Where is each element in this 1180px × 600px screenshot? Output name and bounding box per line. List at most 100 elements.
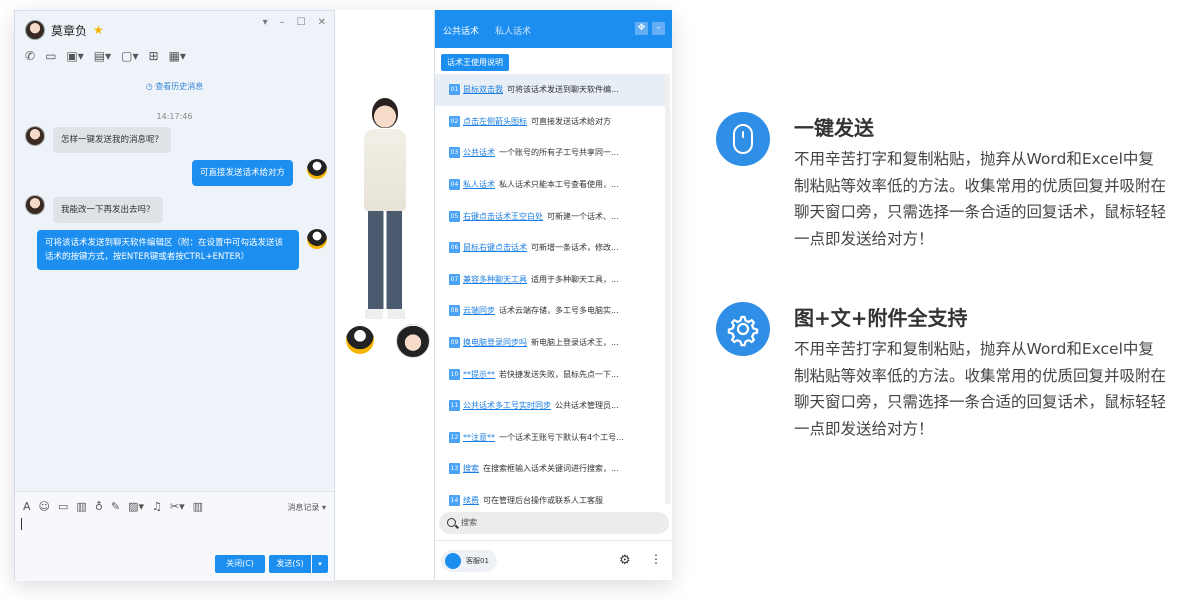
script-panel: 公共话术 私人话术 ✥ – 话术王使用说明 01 鼠标双击我 可将该话术发送到聊天软… [434, 10, 672, 580]
mouse-icon [716, 112, 770, 166]
tab-public[interactable]: 公共话术 [443, 24, 479, 37]
close-button[interactable]: 关闭(C) [215, 555, 265, 573]
item-keyword-link[interactable]: 公共话术多工号实时同步 [463, 400, 551, 411]
add-app-icon[interactable]: ⊞ [149, 49, 159, 63]
item-keyword-link[interactable]: **提示** [463, 369, 495, 380]
text-cursor[interactable] [21, 518, 22, 530]
remote-icon[interactable]: ▢▾ [121, 49, 138, 63]
move-icon[interactable]: ✥ [635, 22, 648, 35]
input-area: A ☺ ▭ ▥ ♁ ✎ ▨▾ ♫ ✂▾ ▥ 消息记录 ▾ 关闭(C) 发送(S)… [15, 491, 334, 581]
item-number: 14 [449, 495, 460, 507]
item-keyword-link[interactable]: 兼容多种聊天工具 [463, 274, 527, 285]
item-keyword-link[interactable]: 私人话术 [463, 179, 495, 190]
settings-gear-icon[interactable]: ⚙ [619, 553, 631, 568]
script-item[interactable]: 03 公共话术 一个账号的所有子工号共享同一... [435, 137, 665, 169]
script-item[interactable]: 04 私人话术 私人话术只能本工号查看使用，... [435, 169, 665, 201]
trash-icon[interactable]: ▥ [193, 500, 203, 513]
script-item[interactable]: 11 公共话术多工号实时同步 公共话术管理员... [435, 390, 665, 422]
video-icon[interactable]: ▭ [45, 49, 56, 63]
phone-icon[interactable]: ✆ [25, 49, 35, 63]
panel-tabs: 公共话术 私人话术 ✥ – [435, 10, 672, 48]
chat-header: 莫章负 ★ ▾ – ☐ ✕ ✆ ▭ ▣▾ ▤▾ ▢▾ ⊞ ▦▾ [15, 11, 334, 69]
item-number: 12 [449, 431, 460, 443]
item-number: 07 [449, 273, 460, 285]
script-item[interactable]: 02 点击左侧箭头图标 可直接发送话术给对方 [435, 106, 665, 138]
script-item[interactable]: 13 搜索 在搜索框输入话术关键词进行搜索，... [435, 453, 665, 485]
feature-description: 不用辛苦打字和复制粘贴，抛弃从Word和Excel中复制粘贴等效率低的方法。收集… [794, 340, 1167, 438]
send-options-button[interactable]: ▾ [312, 555, 328, 573]
item-keyword-link[interactable]: 点击左侧箭头图标 [463, 116, 527, 127]
input-toolbar: A ☺ ▭ ▥ ♁ ✎ ▨▾ ♫ ✂▾ ▥ [23, 500, 203, 513]
emoji-icon[interactable]: ☺ [39, 500, 50, 513]
item-number: 10 [449, 368, 460, 380]
file-icon[interactable]: ▤▾ [94, 49, 111, 63]
item-description: 公共话术管理员... [555, 401, 619, 411]
item-keyword-link[interactable]: 公共话术 [463, 147, 495, 158]
script-item[interactable]: 01 鼠标双击我 可将该话术发送到聊天软件编... [435, 74, 665, 106]
message-record-link[interactable]: 消息记录 ▾ [287, 502, 326, 513]
message-bubble: 我能改一下再发出去吗？ [53, 197, 163, 223]
scrollbar[interactable] [665, 74, 670, 504]
item-keyword-link[interactable]: 续费 [463, 495, 479, 506]
item-number: 03 [449, 147, 460, 159]
send-button[interactable]: 发送(S) [269, 555, 311, 573]
feature-description: 不用辛苦打字和复制粘贴，抛弃从Word和Excel中复制粘贴等效率低的方法。收集… [794, 150, 1167, 248]
collapse-icon[interactable]: – [652, 22, 665, 35]
search-placeholder: 搜索 [461, 518, 477, 527]
history-link[interactable]: ◷ 查看历史消息 [15, 81, 334, 92]
script-item[interactable]: 06 鼠标右键点击话术 可新增一条话术，修改... [435, 232, 665, 264]
self-avatar [307, 229, 327, 249]
agent-badge[interactable]: 客服01 [441, 550, 497, 572]
contact-avatar[interactable] [25, 20, 45, 40]
script-item[interactable]: 12 **注意** 一个话术王账号下默认有4个工号... [435, 422, 665, 454]
item-description: 新电脑上登录话术王，... [531, 338, 619, 348]
item-keyword-link[interactable]: 搜索 [463, 463, 479, 474]
pen-icon[interactable]: ✎ [111, 500, 120, 513]
message-bubble: 可直接发送话术给对方 [192, 160, 294, 186]
mic-icon[interactable]: ♁ [95, 500, 103, 513]
close-icon[interactable]: ✕ [318, 17, 326, 28]
penguin-avatar [346, 326, 374, 354]
apps-grid-icon[interactable]: ▦▾ [169, 49, 186, 63]
message-record-label: 消息记录 [287, 503, 320, 512]
script-item[interactable]: 10 **提示** 若快捷发送失败，鼠标先点一下... [435, 358, 665, 390]
music-icon[interactable]: ♫ [152, 500, 162, 513]
maximize-icon[interactable]: ☐ [297, 17, 306, 28]
usage-guide-button[interactable]: 话术王使用说明 [441, 54, 509, 71]
dropdown-icon[interactable]: ▾ [263, 17, 268, 28]
app-screenshot: 莫章负 ★ ▾ – ☐ ✕ ✆ ▭ ▣▾ ▤▾ ▢▾ ⊞ ▦▾ ◷ 查看历史消息… [14, 10, 672, 581]
font-icon[interactable]: A [23, 500, 31, 513]
item-description: 可新增一条话术，修改... [531, 243, 619, 253]
image-icon[interactable]: ▨▾ [128, 500, 144, 513]
agent-name: 客服01 [466, 557, 489, 565]
item-keyword-link[interactable]: 右键点击话术王空白处 [463, 211, 543, 222]
minimize-icon[interactable]: – [280, 17, 285, 28]
search-input[interactable]: 搜索 [439, 512, 669, 534]
script-item[interactable]: 09 换电脑登录同步吗 新电脑上登录话术王，... [435, 327, 665, 359]
item-keyword-link[interactable]: 鼠标右键点击话术 [463, 242, 527, 253]
item-keyword-link[interactable]: 鼠标双击我 [463, 84, 503, 95]
item-keyword-link[interactable]: **注意** [463, 432, 495, 443]
item-keyword-link[interactable]: 云端同步 [463, 305, 495, 316]
screen-share-icon[interactable]: ▣▾ [66, 49, 83, 63]
more-menu-icon[interactable]: ⋮ [650, 552, 662, 566]
sticker-icon[interactable]: ▥ [76, 500, 86, 513]
scissors-icon[interactable]: ✂▾ [170, 500, 185, 513]
script-item[interactable]: 05 右键点击话术王空白处 可新建一个话术、... [435, 200, 665, 232]
search-icon [447, 518, 456, 527]
window-controls: ▾ – ☐ ✕ [263, 17, 326, 28]
gif-icon[interactable]: ▭ [58, 500, 68, 513]
script-item[interactable]: 08 云端同步 话术云端存储，多工号多电脑实... [435, 295, 665, 327]
item-number: 05 [449, 210, 460, 222]
message-bubble: 可将该话术发送到聊天软件编辑区（附：在设置中可勾选发送该话术的按键方式，按ENT… [37, 230, 299, 270]
item-number: 08 [449, 305, 460, 317]
item-description: 可新建一个话术、... [547, 211, 619, 221]
character-figure [364, 98, 406, 319]
feature-full-support: 图+文+附件全支持 不用辛苦打字和复制粘贴，抛弃从Word和Excel中复制粘贴… [716, 302, 1166, 472]
gear-icon [716, 302, 770, 356]
agent-avatar [445, 553, 461, 569]
script-item[interactable]: 07 兼容多种聊天工具 适用于多种聊天工具，... [435, 264, 665, 296]
tab-private[interactable]: 私人话术 [495, 24, 531, 37]
item-keyword-link[interactable]: 换电脑登录同步吗 [463, 337, 527, 348]
contact-title: 莫章负 ★ [25, 20, 104, 40]
